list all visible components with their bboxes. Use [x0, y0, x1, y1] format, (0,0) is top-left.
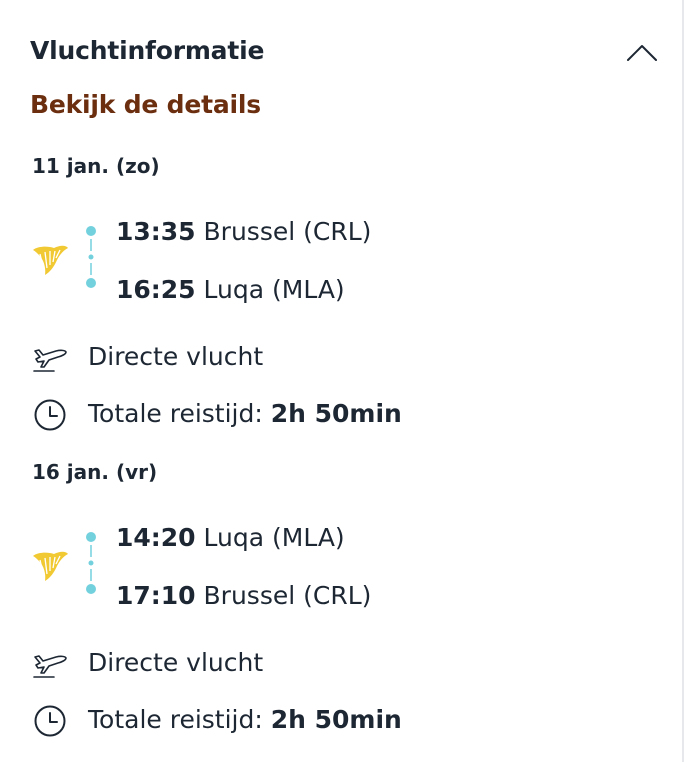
- view-details-link[interactable]: Bekijk de details: [30, 90, 261, 119]
- clock-icon: [34, 705, 66, 737]
- ryanair-harp-logo: [33, 245, 68, 275]
- flight-info-header: Vluchtinformatie: [30, 34, 660, 74]
- plane-takeoff-icon: [33, 349, 67, 372]
- duration-value: 2h 50min: [270, 705, 402, 734]
- departure-time: 14:20: [116, 523, 196, 552]
- flight-type-row: Directe vlucht: [30, 646, 630, 682]
- departure-time: 13:35: [116, 217, 196, 246]
- arrival-place: Luqa (MLA): [203, 275, 345, 304]
- arrival-time: 17:10: [116, 581, 196, 610]
- section-title: Vluchtinformatie: [30, 36, 265, 65]
- route-timeline: [86, 532, 96, 594]
- chevron-up-icon: [627, 45, 657, 61]
- route-timeline: [86, 226, 96, 288]
- duration-value: 2h 50min: [270, 399, 402, 428]
- duration-text: Totale reistijd: 2h 50min: [88, 399, 402, 428]
- duration-row: Totale reistijd: 2h 50min: [30, 703, 630, 739]
- collapse-button[interactable]: [624, 34, 660, 70]
- leg-date: 16 jan. (vr): [32, 460, 158, 484]
- departure-row: 13:35 Brussel (CRL): [116, 217, 371, 246]
- departure-place: Luqa (MLA): [203, 523, 345, 552]
- flight-type-row: Directe vlucht: [30, 340, 630, 376]
- clock-icon: [34, 399, 66, 431]
- arrival-row: 17:10 Brussel (CRL): [116, 581, 371, 610]
- arrival-place: Brussel (CRL): [203, 581, 372, 610]
- ryanair-harp-logo: [33, 551, 68, 581]
- duration-label: Totale reistijd:: [88, 705, 263, 734]
- duration-row: Totale reistijd: 2h 50min: [30, 397, 630, 433]
- duration-label: Totale reistijd:: [88, 399, 263, 428]
- duration-text: Totale reistijd: 2h 50min: [88, 705, 402, 734]
- flight-type-label: Directe vlucht: [88, 342, 264, 371]
- leg-date: 11 jan. (zo): [32, 154, 160, 178]
- arrival-time: 16:25: [116, 275, 196, 304]
- arrival-row: 16:25 Luqa (MLA): [116, 275, 345, 304]
- flight-type-label: Directe vlucht: [88, 648, 264, 677]
- plane-takeoff-icon: [33, 655, 67, 678]
- departure-place: Brussel (CRL): [203, 217, 372, 246]
- departure-row: 14:20 Luqa (MLA): [116, 523, 345, 552]
